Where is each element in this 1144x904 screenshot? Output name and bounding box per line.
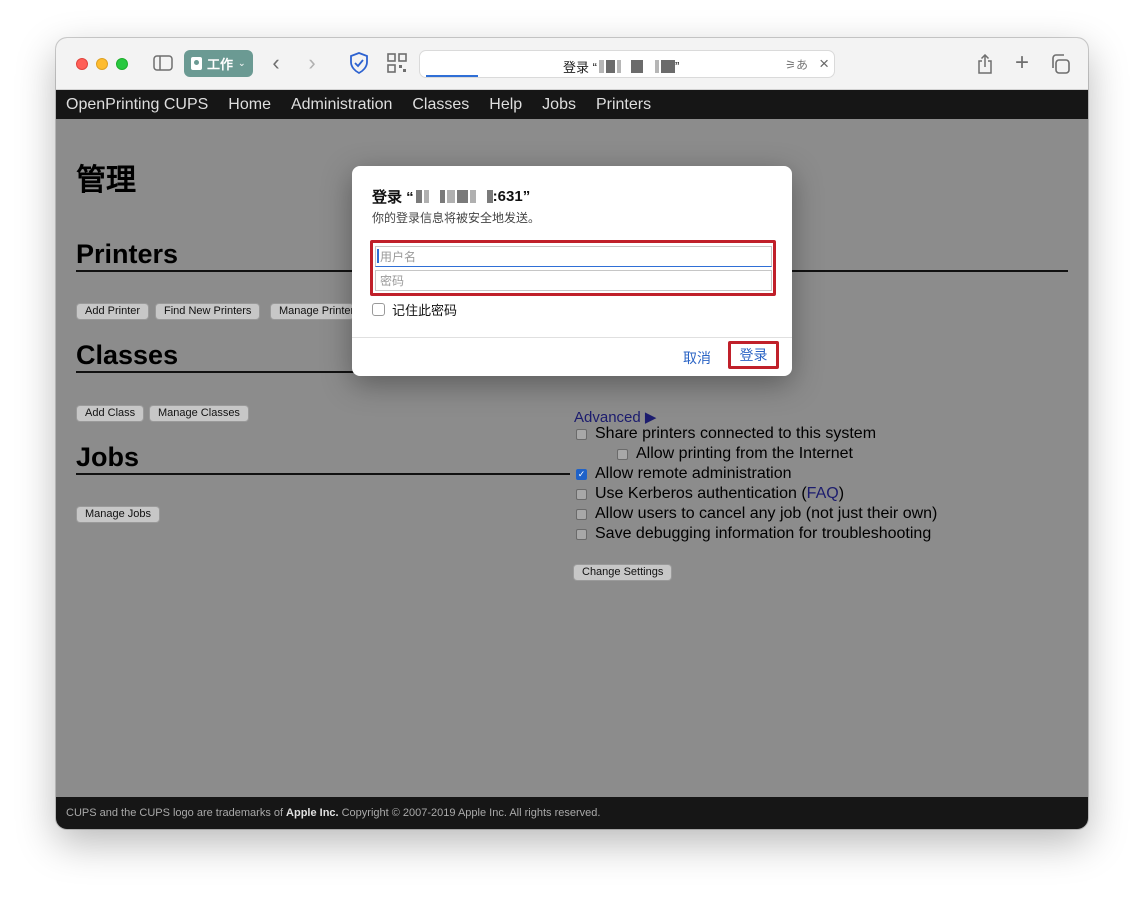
chevron-down-icon: ⌄ [238,58,246,68]
cups-footer: CUPS and the CUPS logo are trademarks of… [56,797,1088,829]
redacted-text [605,60,615,73]
forward-icon[interactable]: › [302,50,322,75]
qr-code-icon[interactable] [386,52,408,74]
redacted-text [423,190,429,203]
back-icon[interactable]: ‹ [266,50,286,75]
dialog-subtitle: 你的登录信息将被安全地发送。 [372,211,541,225]
option-label: Use Kerberos authentication ( [595,485,807,502]
redacted-text [598,60,604,73]
share-icon[interactable] [974,52,996,76]
username-input[interactable] [375,246,772,267]
manage-printers-button[interactable]: Manage Printers [270,303,354,320]
nav-home[interactable]: Home [228,96,271,114]
redacted-text [469,190,476,203]
option-label-suffix: ) [838,485,845,502]
cancel-button[interactable]: 取消 [683,348,711,368]
dialog-title: 登录 “ :631” [372,186,530,207]
remember-password[interactable]: 记住此密码 [372,300,457,319]
stop-loading-icon[interactable]: × [819,54,829,74]
option-label: Share printers connected to this system [595,425,877,442]
browser-toolbar: 工作 ⌄ ‹ › 登录 “ ” ⚞あ × + [56,38,1088,90]
close-window-button[interactable] [76,58,88,70]
option-allow-internet-printing[interactable]: Allow printing from the Internet [617,445,853,463]
manage-jobs-button[interactable]: Manage Jobs [76,506,161,523]
profile-selector-button[interactable]: 工作 ⌄ [184,50,253,77]
redacted-text [446,190,455,203]
address-bar[interactable]: 登录 “ ” ⚞あ × [419,50,835,78]
checkbox[interactable] [576,528,587,540]
remember-password-checkbox[interactable] [372,303,385,316]
login-dialog: 登录 “ :631” 你的登录信息将被安全地发送。 记住此密码 取消 登录 [352,166,792,376]
add-class-button[interactable]: Add Class [76,405,145,422]
option-kerberos[interactable]: Use Kerberos authentication (FAQ) [576,485,844,503]
nav-administration[interactable]: Administration [291,96,392,114]
cups-nav-bar: OpenPrinting CUPS Home Administration Cl… [56,90,1088,119]
dialog-title-text: 登录 “ [372,189,414,206]
new-tab-icon[interactable]: + [1011,49,1033,76]
nav-classes[interactable]: Classes [412,96,469,114]
option-remote-admin[interactable]: ✓ Allow remote administration [576,465,792,483]
address-title-text: 登录 “ [563,60,597,75]
advanced-toggle[interactable]: Advanced ▶ [574,408,656,426]
password-input[interactable] [375,270,772,291]
redacted-text [456,190,468,203]
zoom-window-button[interactable] [116,58,128,70]
redacted-text [660,60,675,73]
redacted-text [616,60,621,73]
remember-password-label: 记住此密码 [392,303,458,318]
jobs-heading: Jobs [76,442,570,475]
option-label: Allow users to cancel any job (not just … [595,505,938,522]
profile-icon [191,57,202,70]
translate-icon[interactable]: ⚞あ [785,56,808,73]
option-label: Allow printing from the Internet [636,445,853,462]
minimize-window-button[interactable] [96,58,108,70]
footer-text: CUPS and the CUPS logo are trademarks of [66,807,284,819]
checkbox[interactable] [576,488,587,500]
text-caret [377,249,379,263]
faq-link[interactable]: FAQ [807,485,839,503]
sidebar-toggle-icon[interactable] [153,54,173,72]
login-button[interactable]: 登录 [728,341,779,369]
dialog-divider [352,337,792,338]
add-printer-button[interactable]: Add Printer [76,303,150,320]
credentials-fields [370,240,776,296]
change-settings-button[interactable]: Change Settings [573,564,673,581]
redacted-text [439,190,445,203]
checkbox-checked[interactable]: ✓ [576,468,587,480]
option-cancel-any-job[interactable]: Allow users to cancel any job (not just … [576,505,937,523]
redacted-text [415,190,422,203]
nav-help[interactable]: Help [489,96,522,114]
checkbox[interactable] [617,448,628,460]
option-share-printers[interactable]: Share printers connected to this system [576,425,876,443]
nav-printers[interactable]: Printers [596,96,651,114]
shield-icon[interactable] [348,52,370,74]
manage-classes-button[interactable]: Manage Classes [149,405,249,422]
checkbox[interactable] [576,428,587,440]
find-new-printers-button[interactable]: Find New Printers [155,303,261,320]
redacted-text [630,60,643,73]
redacted-text [654,60,659,73]
nav-jobs[interactable]: Jobs [542,96,576,114]
dialog-title-port: :631” [492,188,531,205]
address-title-suffix: ” [674,59,680,74]
address-title: 登录 “ ” [563,57,679,76]
nav-openprinting-cups[interactable]: OpenPrinting CUPS [66,96,208,114]
checkbox[interactable] [576,508,587,520]
page-load-progress [426,75,478,77]
option-label: Save debugging information for troublesh… [595,525,932,542]
footer-copyright: Copyright © 2007-2019 Apple Inc. All rig… [341,807,601,819]
profile-label: 工作 [207,57,234,72]
footer-company: Apple Inc. [286,807,339,819]
tab-overview-icon[interactable] [1049,53,1071,75]
option-label: Allow remote administration [595,465,792,482]
page-title: 管理 [76,163,136,198]
browser-window: 工作 ⌄ ‹ › 登录 “ ” ⚞あ × + OpenPrinting CUPS… [56,38,1088,829]
option-debug-logging[interactable]: Save debugging information for troublesh… [576,525,931,543]
